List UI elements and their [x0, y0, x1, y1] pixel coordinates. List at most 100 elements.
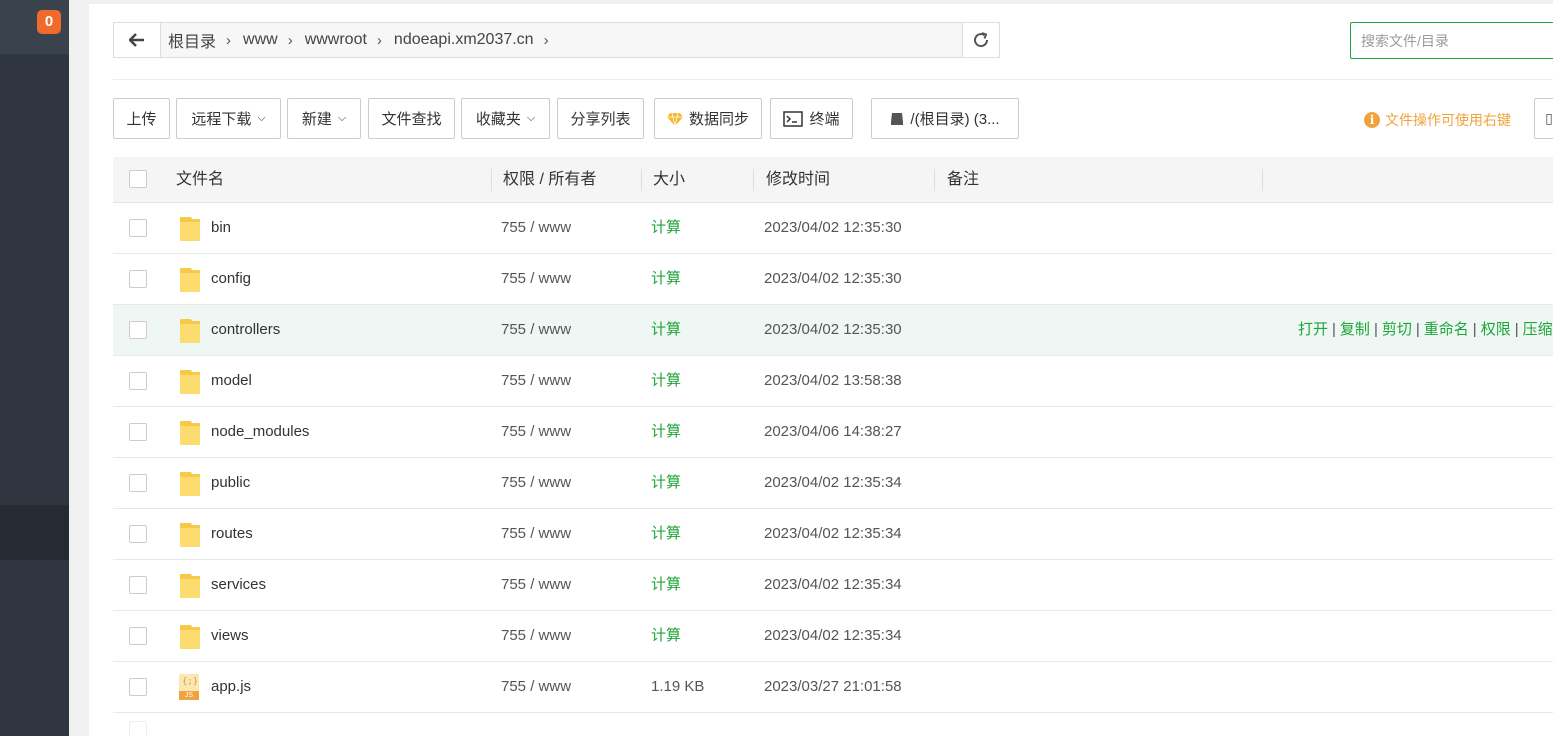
- remote-download-button[interactable]: 远程下载 ⌵: [176, 98, 281, 139]
- data-sync-button[interactable]: 数据同步: [654, 98, 762, 139]
- file-name[interactable]: services: [211, 560, 266, 610]
- table-row[interactable]: model 755 / www 计算 2023/04/02 13:58:38: [113, 356, 1553, 407]
- row-checkbox[interactable]: [129, 321, 147, 339]
- row-checkbox[interactable]: [129, 423, 147, 441]
- find-file-button[interactable]: 文件查找: [368, 98, 455, 139]
- share-list-label: 分享列表: [570, 111, 631, 128]
- file-name[interactable]: routes: [211, 509, 253, 559]
- header-modified-time[interactable]: 修改时间: [766, 157, 830, 202]
- table-row[interactable]: {;} JS app.js 755 / www 1.19 KB 2023/03/27 21…: [113, 662, 1553, 713]
- share-list-button[interactable]: 分享列表: [557, 98, 644, 139]
- table-row[interactable]: controllers 755 / www 计算 2023/04/02 12:35:3…: [113, 305, 1553, 356]
- permission-owner[interactable]: 755 / www: [501, 662, 571, 712]
- favorites-button[interactable]: 收藏夹 ⌵: [461, 98, 550, 139]
- breadcrumb-item-root[interactable]: 根目录: [168, 28, 216, 52]
- row-action-1[interactable]: 复制: [1340, 321, 1370, 338]
- back-button[interactable]: [114, 23, 161, 57]
- row-checkbox[interactable]: [129, 678, 147, 696]
- recycle-bin-button[interactable]: ▯: [1534, 98, 1553, 139]
- select-all-checkbox[interactable]: [129, 170, 147, 188]
- modified-time: 2023/03/27 21:01:58: [764, 678, 902, 695]
- file-size[interactable]: 计算: [651, 458, 681, 508]
- table-header: 文件名 权限 / 所有者 大小 修改时间 备注: [113, 157, 1553, 203]
- file-name[interactable]: controllers: [211, 305, 280, 355]
- file-size[interactable]: 计算: [651, 509, 681, 559]
- breadcrumb-item-www[interactable]: www: [243, 31, 278, 49]
- next-row-partial: [113, 707, 1553, 736]
- table-row[interactable]: config 755 / www 计算 2023/04/02 12:35:30: [113, 254, 1553, 305]
- row-checkbox[interactable]: [129, 576, 147, 594]
- header-file-name[interactable]: 文件名: [176, 157, 224, 202]
- row-actions: 打开 | 复制 | 剪切 | 重命名 | 权限 | 压缩: [1298, 305, 1553, 355]
- table-row[interactable]: routes 755 / www 计算 2023/04/02 12:35:34: [113, 509, 1553, 560]
- row-action-0[interactable]: 打开: [1298, 321, 1328, 338]
- permission-owner[interactable]: 755 / www: [501, 560, 571, 610]
- file-size[interactable]: 计算: [651, 611, 681, 661]
- modified-time: 2023/04/02 12:35:30: [764, 270, 902, 287]
- column-divider: [1262, 169, 1263, 191]
- new-button[interactable]: 新建 ⌵: [287, 98, 361, 139]
- file-table: 文件名 权限 / 所有者 大小 修改时间 备注 bin 755 / www 计算 20…: [113, 157, 1553, 713]
- header-permission[interactable]: 权限 / 所有者: [503, 157, 596, 202]
- search-input[interactable]: [1350, 22, 1553, 59]
- data-sync-label: 数据同步: [688, 111, 749, 128]
- permission-owner[interactable]: 755 / www: [501, 356, 571, 406]
- file-name[interactable]: bin: [211, 203, 231, 253]
- row-checkbox[interactable]: [129, 474, 147, 492]
- row-action-2[interactable]: 剪切: [1382, 321, 1412, 338]
- file-size[interactable]: 计算: [651, 203, 681, 253]
- file-size[interactable]: 计算: [651, 356, 681, 406]
- row-checkbox[interactable]: [129, 627, 147, 645]
- folder-icon: [180, 319, 200, 343]
- permission-owner[interactable]: 755 / www: [501, 611, 571, 661]
- file-name[interactable]: app.js: [211, 662, 251, 712]
- header-note[interactable]: 备注: [947, 157, 979, 202]
- upload-button[interactable]: 上传: [113, 98, 170, 139]
- row-checkbox[interactable]: [129, 372, 147, 390]
- terminal-button[interactable]: 终端: [770, 98, 853, 139]
- sidebar-active-item[interactable]: [0, 505, 69, 560]
- row-action-4[interactable]: 权限: [1481, 321, 1511, 338]
- file-name[interactable]: config: [211, 254, 251, 304]
- row-checkbox[interactable]: [129, 219, 147, 237]
- refresh-button[interactable]: [962, 22, 1000, 58]
- permission-owner[interactable]: 755 / www: [501, 254, 571, 304]
- folder-icon: [180, 472, 200, 496]
- file-name[interactable]: views: [211, 611, 249, 661]
- action-separator: |: [1514, 321, 1519, 338]
- breadcrumb-item-site[interactable]: ndoeapi.xm2037.cn: [394, 31, 534, 49]
- row-checkbox[interactable]: [129, 525, 147, 543]
- file-size[interactable]: 计算: [651, 305, 681, 355]
- table-row[interactable]: views 755 / www 计算 2023/04/02 12:35:34: [113, 611, 1553, 662]
- file-name[interactable]: public: [211, 458, 250, 508]
- file-size[interactable]: 计算: [651, 560, 681, 610]
- new-label: 新建: [301, 111, 332, 128]
- breadcrumb-item-wwwroot[interactable]: wwwroot: [305, 31, 367, 49]
- table-row[interactable]: bin 755 / www 计算 2023/04/02 12:35:30: [113, 203, 1553, 254]
- permission-owner[interactable]: 755 / www: [501, 203, 571, 253]
- header-size[interactable]: 大小: [653, 157, 685, 202]
- permission-owner[interactable]: 755 / www: [501, 458, 571, 508]
- file-name[interactable]: model: [211, 356, 252, 406]
- file-size[interactable]: 计算: [651, 407, 681, 457]
- file-name[interactable]: node_modules: [211, 407, 309, 457]
- table-row[interactable]: node_modules 755 / www 计算 2023/04/06 14:38:…: [113, 407, 1553, 458]
- table-row[interactable]: services 755 / www 计算 2023/04/02 12:35:34: [113, 560, 1553, 611]
- notification-badge[interactable]: 0: [37, 10, 61, 34]
- row-action-5[interactable]: 压缩: [1523, 321, 1553, 338]
- folder-icon: [180, 217, 200, 241]
- column-divider: [641, 169, 642, 191]
- disk-button[interactable]: /(根目录) (3...: [871, 98, 1019, 139]
- row-checkbox[interactable]: [129, 721, 147, 736]
- permission-owner[interactable]: 755 / www: [501, 509, 571, 559]
- modified-time: 2023/04/02 12:35:34: [764, 474, 902, 491]
- divider: [113, 79, 1553, 80]
- modified-time: 2023/04/06 14:38:27: [764, 423, 902, 440]
- file-size[interactable]: 计算: [651, 254, 681, 304]
- file-manager-panel: 根目录 › www › wwwroot › ndoeapi.xm2037.cn …: [89, 4, 1553, 736]
- permission-owner[interactable]: 755 / www: [501, 305, 571, 355]
- row-checkbox[interactable]: [129, 270, 147, 288]
- table-row[interactable]: public 755 / www 计算 2023/04/02 12:35:34: [113, 458, 1553, 509]
- permission-owner[interactable]: 755 / www: [501, 407, 571, 457]
- row-action-3[interactable]: 重命名: [1424, 321, 1469, 338]
